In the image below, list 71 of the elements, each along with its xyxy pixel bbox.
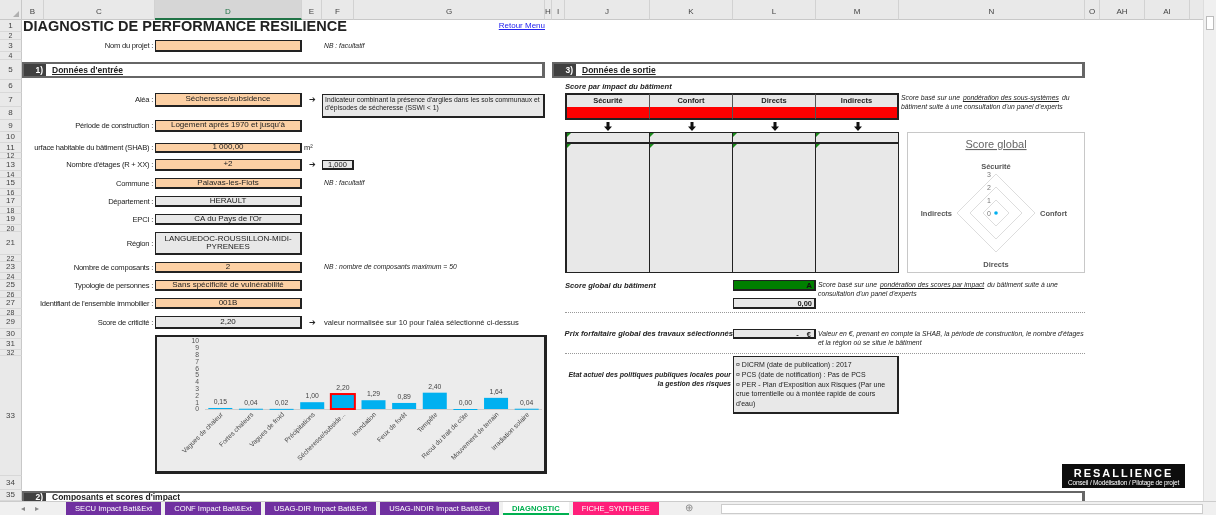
down-arrow-icon	[603, 121, 612, 131]
column-header[interactable]: E	[302, 0, 322, 20]
column-header[interactable]: F	[322, 0, 354, 20]
row-header[interactable]: 7	[0, 93, 22, 107]
input-field[interactable]: 2	[155, 262, 302, 273]
column-header[interactable]: C	[44, 0, 155, 20]
row-header[interactable]: 29	[0, 316, 22, 329]
sheet-title: DIAGNOSTIC DE PERFORMANCE RESILIENCE	[22, 20, 348, 32]
column-header[interactable]: B	[22, 0, 44, 20]
input-field[interactable]: Logement après 1970 et jusqu'à	[155, 120, 302, 132]
section-number: 2)	[24, 493, 46, 501]
vertical-scrollbar[interactable]	[1203, 0, 1216, 501]
value-cell: CA du Pays de l'Or	[155, 214, 302, 225]
column-header[interactable]: K	[650, 0, 733, 20]
row-header[interactable]: 15	[0, 178, 22, 189]
section-title: Données d'entrée	[51, 63, 123, 77]
row-header[interactable]: 21	[0, 232, 22, 255]
section-title: Composants et scores d'impact	[51, 490, 181, 501]
column-header[interactable]: D	[155, 0, 302, 20]
project-name-field[interactable]	[155, 40, 302, 52]
section-number: 1)	[24, 64, 46, 76]
row-header[interactable]: 10	[0, 132, 22, 143]
column-header[interactable]: M	[816, 0, 899, 20]
row-header[interactable]: 25	[0, 280, 22, 291]
section-number: 3)	[554, 64, 576, 76]
value-cell: LANGUEDOC-ROUSSILLON-MIDI-PYRENEES	[155, 232, 302, 255]
arrow-glyph: ➔	[308, 318, 316, 327]
row-header[interactable]: 23	[0, 262, 22, 273]
row-header[interactable]: 9	[0, 120, 22, 132]
chart-title: Score global	[965, 138, 1027, 150]
input-field[interactable]: 001B	[155, 298, 302, 309]
down-arrow-icon	[853, 121, 862, 131]
value-cell: HERAULT	[155, 196, 302, 207]
row-header[interactable]: 1	[0, 20, 22, 32]
column-header[interactable]: G	[354, 0, 545, 20]
input-field[interactable]: Sans spécificité de vulnérabilité	[155, 280, 302, 291]
row-header[interactable]: 13	[0, 159, 22, 171]
down-arrow-icon	[770, 121, 779, 131]
row-header[interactable]: 5	[0, 60, 22, 80]
arrow-glyph: ➔	[308, 96, 316, 104]
column-header[interactable]: I	[552, 0, 565, 20]
row-header[interactable]: 6	[0, 80, 22, 93]
column-header[interactable]: J	[565, 0, 650, 20]
input-field[interactable]: Sécheresse/subsidence	[155, 93, 302, 107]
row-header[interactable]: 31	[0, 339, 22, 350]
value-cell: 2,20	[155, 316, 302, 329]
column-header-strip	[1190, 0, 1203, 20]
row-header[interactable]: 27	[0, 298, 22, 309]
input-field[interactable]: +2	[155, 159, 302, 171]
column-header[interactable]: AI	[1145, 0, 1190, 20]
column-header[interactable]: N	[899, 0, 1085, 20]
column-header[interactable]: AH	[1100, 0, 1145, 20]
row-header[interactable]: 19	[0, 214, 22, 225]
input-field[interactable]: 1 000,00	[155, 143, 302, 153]
section-title: Données de sortie	[581, 63, 656, 77]
row-header[interactable]: 8	[0, 107, 22, 120]
row-header[interactable]: 11	[0, 143, 22, 153]
row-header[interactable]: 3	[0, 40, 22, 52]
input-field[interactable]: Palavas-les-Flots	[155, 178, 302, 189]
back-link[interactable]: Retour Menu	[498, 20, 545, 32]
select-all-corner[interactable]	[0, 0, 22, 20]
row-header[interactable]: 17	[0, 196, 22, 207]
grade-cell: A	[733, 280, 816, 291]
horizontal-scrollbar[interactable]	[720, 504, 1203, 514]
arrow-glyph: ➔	[308, 161, 316, 169]
row-header[interactable]: 34	[0, 476, 22, 490]
logo-name: RESALLIENCE	[1072, 467, 1175, 479]
row-header[interactable]: 33	[0, 356, 22, 476]
column-header[interactable]: L	[733, 0, 816, 20]
column-header[interactable]: O	[1085, 0, 1100, 20]
down-arrow-icon	[687, 121, 696, 131]
